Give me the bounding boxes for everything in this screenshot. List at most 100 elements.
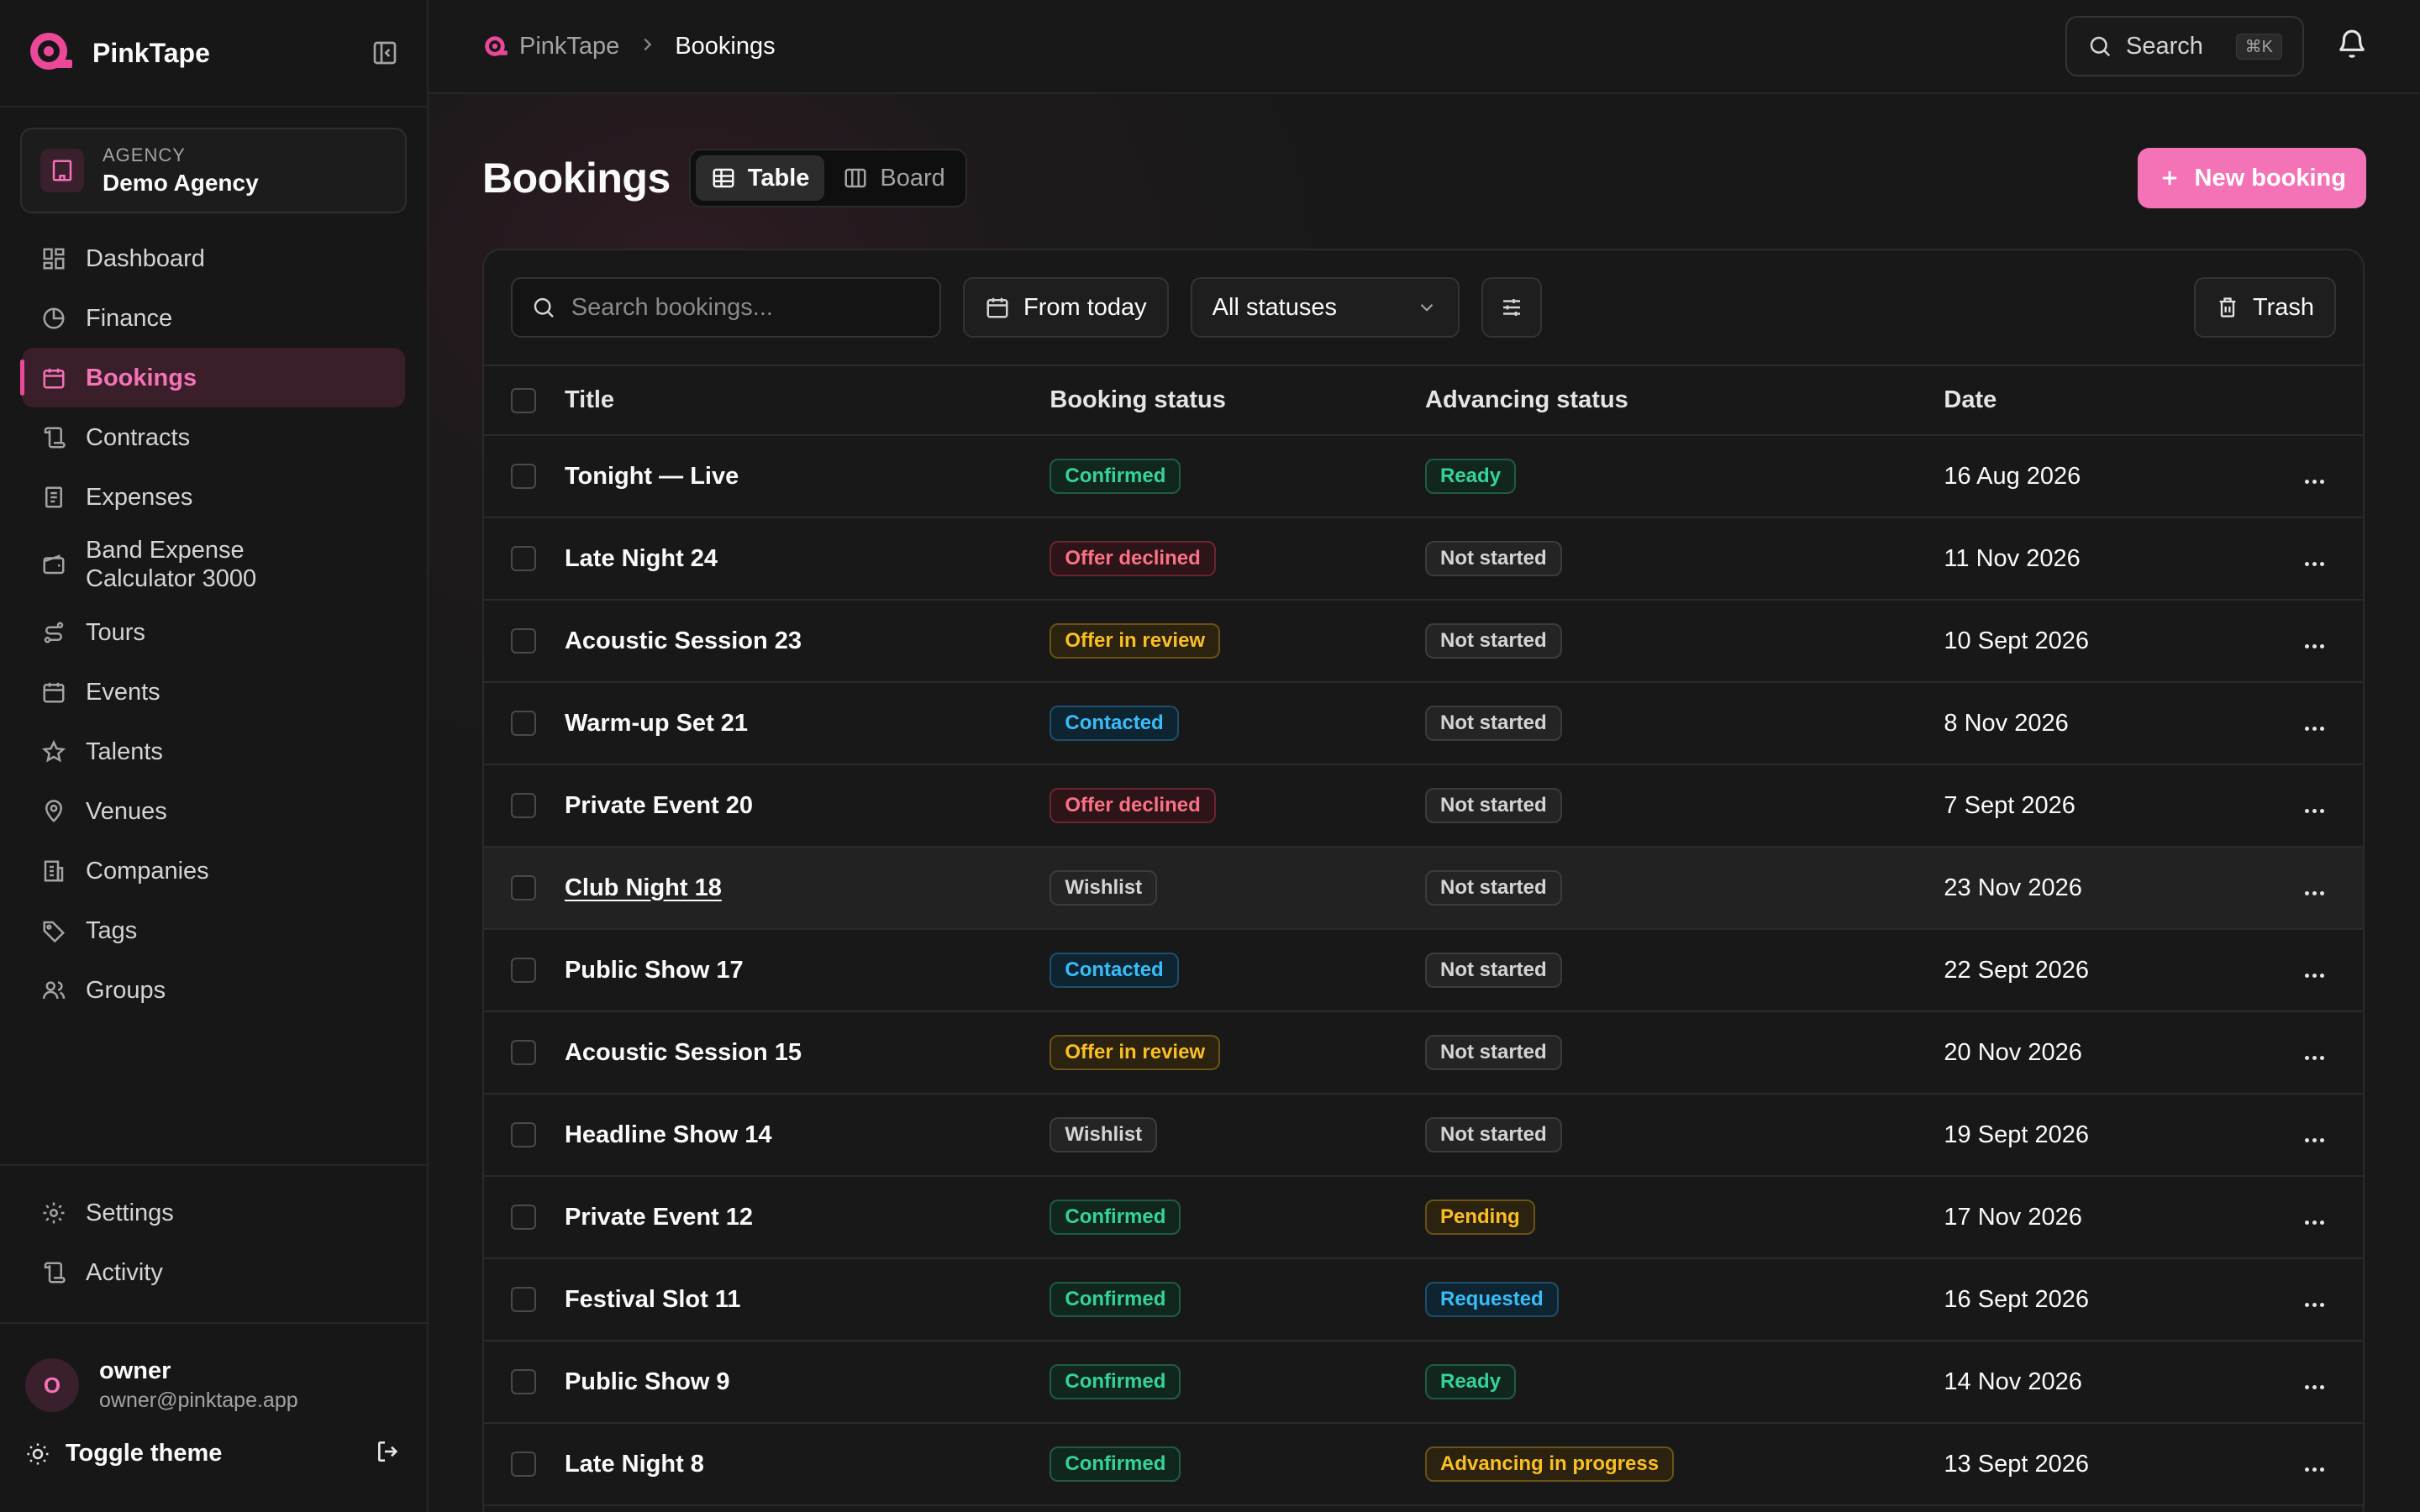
- sidebar-item-events[interactable]: Events: [22, 662, 405, 722]
- row-checkbox[interactable]: [511, 464, 536, 489]
- wallet-icon: [39, 549, 69, 580]
- breadcrumb-root[interactable]: PinkTape: [482, 33, 619, 60]
- row-actions-button[interactable]: [2305, 643, 2324, 648]
- sidebar-item-talents[interactable]: Talents: [22, 722, 405, 781]
- booking-title[interactable]: Private Event 12: [565, 1204, 753, 1231]
- row-checkbox[interactable]: [511, 546, 536, 571]
- sidebar-item-bookings[interactable]: Bookings: [20, 348, 405, 407]
- toggle-theme-button[interactable]: Toggle theme: [25, 1440, 222, 1467]
- sidebar-item-activity[interactable]: Activity: [22, 1242, 405, 1302]
- sidebar-item-groups[interactable]: Groups: [22, 960, 405, 1020]
- brand[interactable]: PinkTape: [25, 26, 210, 81]
- table-row[interactable]: Headline Show 14 Wishlist Not started 19…: [484, 1094, 2363, 1176]
- column-header-advancing-status[interactable]: Advancing status: [1425, 366, 1944, 436]
- column-header-title[interactable]: Title: [564, 366, 1050, 436]
- booking-title[interactable]: Public Show 17: [565, 957, 744, 984]
- sidebar-item-venues[interactable]: Venues: [22, 781, 405, 841]
- calendar-icon: [39, 677, 69, 707]
- sidebar-item-tours[interactable]: Tours: [22, 602, 405, 662]
- table-row[interactable]: Acoustic Session 15 Offer in review Not …: [484, 1011, 2363, 1094]
- sidebar-item-contracts[interactable]: Contracts: [22, 407, 405, 467]
- row-checkbox[interactable]: [511, 711, 536, 736]
- row-checkbox[interactable]: [511, 793, 536, 818]
- table-row[interactable]: Public Show 9 Confirmed Ready 14 Nov 202…: [484, 1341, 2363, 1423]
- booking-title[interactable]: Festival Slot 11: [565, 1286, 741, 1313]
- sidebar-item-settings[interactable]: Settings: [22, 1183, 405, 1242]
- row-actions-button[interactable]: [2305, 1055, 2324, 1060]
- sidebar-item-finance[interactable]: Finance: [22, 288, 405, 348]
- table-row[interactable]: Private Event 20 Offer declined Not star…: [484, 764, 2363, 847]
- row-actions-button[interactable]: [2305, 808, 2324, 813]
- table-row[interactable]: Festival Slot 11 Confirmed Requested 16 …: [484, 1258, 2363, 1341]
- booking-title[interactable]: Club Night 18: [565, 874, 722, 901]
- table-row[interactable]: Public Show 17 Contacted Not started 22 …: [484, 929, 2363, 1011]
- row-actions-button[interactable]: [2305, 479, 2324, 484]
- booking-title[interactable]: Warm-up Set 21: [565, 710, 748, 737]
- booking-title[interactable]: Late Night 24: [565, 545, 718, 572]
- table-row[interactable]: Club Night 18 Wishlist Not started 23 No…: [484, 847, 2363, 929]
- user-menu[interactable]: O owner owner@pinktape.app: [25, 1357, 402, 1413]
- booking-status-badge: Offer declined: [1050, 788, 1216, 823]
- table-row[interactable]: Private Event 12 Confirmed Pending 17 No…: [484, 1176, 2363, 1258]
- table-row[interactable]: Late Night 8 Confirmed Advancing in prog…: [484, 1423, 2363, 1505]
- row-checkbox[interactable]: [511, 1287, 536, 1312]
- booking-title[interactable]: Acoustic Session 23: [565, 627, 802, 654]
- bookings-search-input[interactable]: [571, 293, 921, 322]
- row-actions-button[interactable]: [2305, 561, 2324, 566]
- row-actions-button[interactable]: [2305, 890, 2324, 895]
- advancing-status-badge: Not started: [1425, 788, 1562, 823]
- sidebar-item-tags[interactable]: Tags: [22, 900, 405, 960]
- row-actions-button[interactable]: [2305, 973, 2324, 978]
- row-checkbox[interactable]: [511, 1205, 536, 1230]
- row-actions-button[interactable]: [2305, 726, 2324, 731]
- row-actions-button[interactable]: [2305, 1467, 2324, 1472]
- row-checkbox[interactable]: [511, 1369, 536, 1394]
- sidebar-item-band-expense-calculator[interactable]: Band Expense Calculator 3000: [22, 527, 405, 602]
- logout-button[interactable]: [375, 1438, 402, 1469]
- row-checkbox[interactable]: [511, 875, 536, 900]
- row-actions-button[interactable]: [2305, 1302, 2324, 1307]
- bookings-table: Title Booking status Advancing status Da…: [484, 366, 2363, 1506]
- row-actions-button[interactable]: [2305, 1137, 2324, 1142]
- sidebar-item-companies[interactable]: Companies: [22, 841, 405, 900]
- booking-title[interactable]: Late Night 8: [565, 1451, 704, 1478]
- sidebar-item-expenses[interactable]: Expenses: [22, 467, 405, 527]
- row-checkbox[interactable]: [511, 1452, 536, 1477]
- sun-icon: [27, 1443, 49, 1464]
- sidebar-item-dashboard[interactable]: Dashboard: [22, 228, 405, 288]
- collapse-sidebar-button[interactable]: [368, 36, 402, 70]
- board-view-button[interactable]: Board: [828, 155, 960, 201]
- column-header-date[interactable]: Date: [1944, 366, 2305, 436]
- table-row[interactable]: Acoustic Session 23 Offer in review Not …: [484, 600, 2363, 682]
- global-search-button[interactable]: Search ⌘K: [2065, 16, 2304, 76]
- org-switcher[interactable]: AGENCY Demo Agency: [20, 128, 407, 213]
- booking-title[interactable]: Headline Show 14: [565, 1121, 772, 1148]
- table-row[interactable]: Late Night 24 Offer declined Not started…: [484, 517, 2363, 600]
- row-actions-button[interactable]: [2305, 1384, 2324, 1389]
- row-checkbox[interactable]: [511, 628, 536, 654]
- booking-status-badge: Contacted: [1050, 953, 1179, 988]
- row-actions-button[interactable]: [2305, 1220, 2324, 1225]
- booking-status-badge: Contacted: [1050, 706, 1179, 741]
- booking-title[interactable]: Private Event 20: [565, 792, 753, 819]
- table-row[interactable]: Tonight — Live Confirmed Ready 16 Aug 20…: [484, 435, 2363, 517]
- bell-icon: [2339, 29, 2365, 58]
- booking-title[interactable]: Tonight — Live: [565, 463, 739, 490]
- row-checkbox[interactable]: [511, 1122, 536, 1147]
- status-filter-select[interactable]: All statuses: [1190, 277, 1460, 338]
- date-filter-button[interactable]: From today: [963, 277, 1169, 338]
- column-header-booking-status[interactable]: Booking status: [1050, 366, 1425, 436]
- row-checkbox[interactable]: [511, 1040, 536, 1065]
- new-booking-button[interactable]: New booking: [2137, 148, 2366, 208]
- booking-title[interactable]: Acoustic Session 15: [565, 1039, 802, 1066]
- table-row[interactable]: Warm-up Set 21 Contacted Not started 8 N…: [484, 682, 2363, 764]
- sidebar-item-label: Events: [86, 678, 160, 706]
- table-header-row: Title Booking status Advancing status Da…: [484, 366, 2363, 436]
- booking-title[interactable]: Public Show 9: [565, 1368, 730, 1395]
- row-checkbox[interactable]: [511, 958, 536, 983]
- table-view-button[interactable]: Table: [695, 155, 825, 201]
- notifications-button[interactable]: [2336, 29, 2368, 65]
- advanced-filters-button[interactable]: [1481, 277, 1542, 338]
- trash-button[interactable]: Trash: [2193, 277, 2336, 338]
- select-all-checkbox[interactable]: [511, 387, 536, 413]
